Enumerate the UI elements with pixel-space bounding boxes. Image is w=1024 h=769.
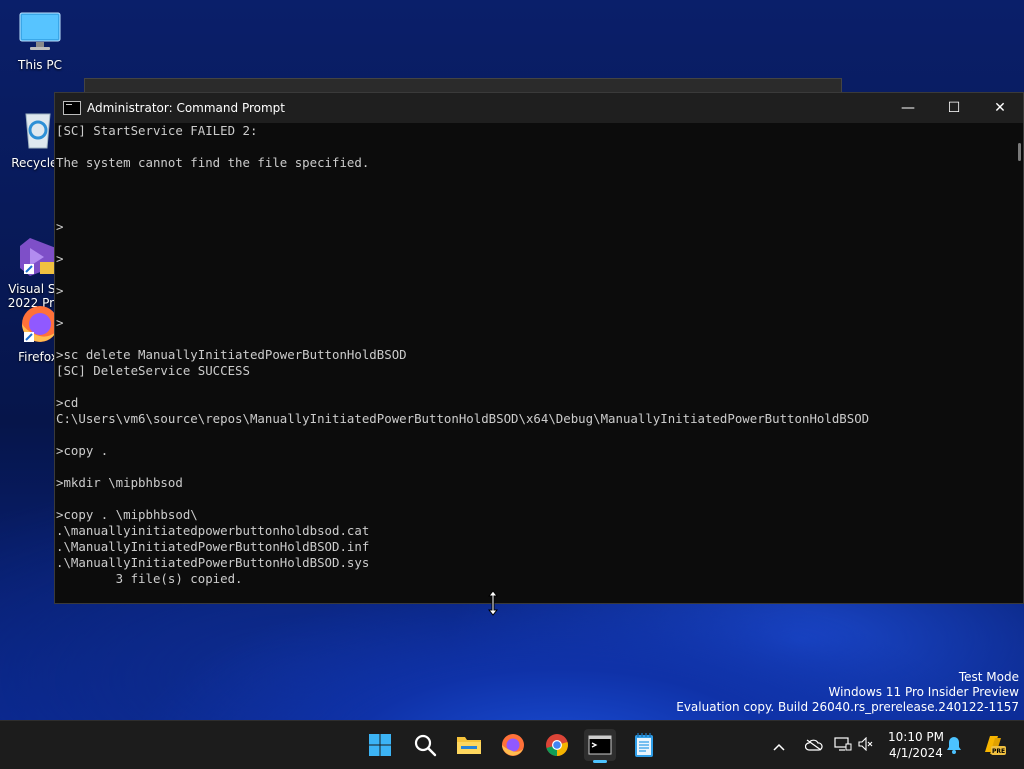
chrome-icon <box>546 734 568 756</box>
chevron-up-icon[interactable] <box>768 736 790 755</box>
clock-time: 10:10 PM <box>888 730 944 744</box>
console-line: > <box>56 251 64 266</box>
volume-muted-icon[interactable] <box>856 736 876 755</box>
console-line: >copy . <box>56 443 109 458</box>
console-line: > <box>56 283 64 298</box>
monitor-icon <box>18 10 62 54</box>
console-line: 3 file(s) copied. <box>56 571 243 586</box>
window-title: Administrator: Command Prompt <box>87 101 285 115</box>
desktop-icon-label: This PC <box>18 58 62 72</box>
search-button[interactable] <box>409 729 441 761</box>
command-prompt-icon <box>63 101 81 115</box>
watermark-line: Evaluation copy. Build 26040.rs_prerelea… <box>676 700 1019 714</box>
watermark-line: Windows 11 Pro Insider Preview <box>828 685 1019 699</box>
system-tray <box>768 721 876 769</box>
console-line: >cd <box>56 395 79 410</box>
windows-start-icon <box>369 734 391 756</box>
console-line: >sc delete ManuallyInitiatedPowerButtonH… <box>56 347 407 362</box>
terminal-icon <box>588 735 612 755</box>
console-line: > <box>56 219 64 234</box>
console-line: C:\Users\vm6\source\repos\ManuallyInitia… <box>56 411 870 426</box>
command-prompt-taskbar-button[interactable] <box>584 729 616 763</box>
desktop-icon-label: Firefox <box>18 350 58 364</box>
copilot-preview-icon[interactable]: PRE <box>980 732 1006 762</box>
command-prompt-window[interactable]: Administrator: Command Prompt — ☐ ✕ [SC]… <box>54 92 1024 604</box>
taskbar-clock[interactable]: 10:10 PM 4/1/2024 <box>878 729 954 761</box>
close-button[interactable]: ✕ <box>977 93 1023 123</box>
console-line: .\ManuallyInitiatedPowerButtonHoldBSOD.i… <box>56 539 370 554</box>
onedrive-offline-icon[interactable] <box>798 736 830 755</box>
network-icon[interactable] <box>830 736 856 755</box>
console-line: .\ManuallyInitiatedPowerButtonHoldBSOD.s… <box>56 555 370 570</box>
console-line: The system cannot find the file specifie… <box>56 155 370 170</box>
resize-cursor-icon <box>487 590 499 616</box>
file-explorer-button[interactable] <box>453 729 485 761</box>
watermark-line: Test Mode <box>958 670 1019 684</box>
minimize-button[interactable]: — <box>885 93 931 123</box>
start-button[interactable] <box>364 729 396 761</box>
test-mode-watermark: Test Mode Windows 11 Pro Insider Preview… <box>676 670 1019 715</box>
scrollbar[interactable] <box>1009 123 1023 603</box>
maximize-button[interactable]: ☐ <box>931 93 977 123</box>
console-line: > <box>56 315 64 330</box>
folder-icon <box>457 737 481 754</box>
console-line: [SC] DeleteService SUCCESS <box>56 363 250 378</box>
console-line: [SC] StartService FAILED 2: <box>56 123 258 138</box>
notification-bell-icon[interactable] <box>946 736 962 758</box>
firefox-taskbar-button[interactable] <box>497 729 529 761</box>
desktop-icon-this-pc[interactable]: This PC <box>2 10 78 72</box>
firefox-icon <box>502 734 524 756</box>
clock-date: 4/1/2024 <box>889 746 943 760</box>
chrome-taskbar-button[interactable] <box>541 729 573 761</box>
console-line: .\manuallyinitiatedpowerbuttonholdbsod.c… <box>56 523 370 538</box>
search-icon <box>414 734 437 757</box>
window-titlebar[interactable]: Administrator: Command Prompt — ☐ ✕ <box>55 93 1023 123</box>
console-line: >copy . \mipbhbsod\ <box>56 507 198 522</box>
scrollbar-thumb[interactable] <box>1018 143 1021 161</box>
console-output[interactable]: [SC] StartService FAILED 2: The system ca… <box>55 123 1009 603</box>
svg-text:PRE: PRE <box>992 748 1005 755</box>
taskbar: 10:10 PM 4/1/2024 PRE <box>0 720 1024 769</box>
console-line: >mkdir \mipbhbsod <box>56 475 183 490</box>
notepad-taskbar-button[interactable] <box>628 729 660 761</box>
notepad-icon <box>635 733 653 757</box>
